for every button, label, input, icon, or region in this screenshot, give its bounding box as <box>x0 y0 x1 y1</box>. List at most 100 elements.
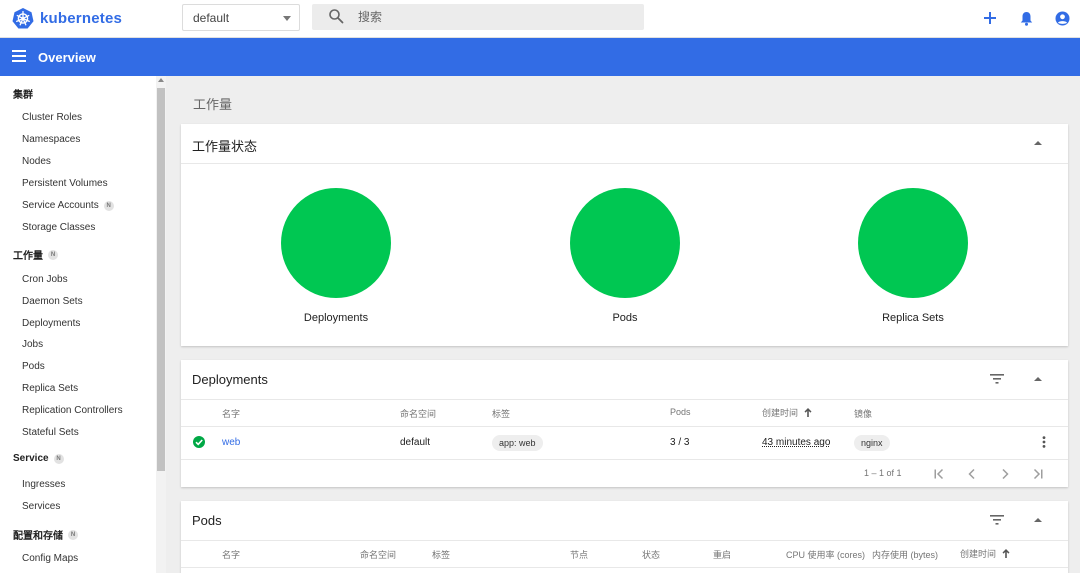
sidebar-item-service-accounts[interactable]: Service Accounts N <box>22 200 114 211</box>
deployment-name-link[interactable]: web <box>222 437 240 448</box>
column-header-created[interactable]: 创建时间 <box>762 406 812 419</box>
replica-sets-status-chart[interactable] <box>858 188 968 298</box>
sidebar-item-deployments[interactable]: Deployments <box>22 318 80 329</box>
divider <box>181 163 1068 164</box>
sidebar-item-label: Pods <box>22 361 45 372</box>
sidebar-item-label: Persistent Volumes <box>22 178 108 189</box>
column-header-memory: 内存使用 (bytes) <box>872 550 939 560</box>
column-header-images: 镜像 <box>854 409 873 419</box>
menu-icon[interactable] <box>12 50 26 62</box>
collapse-icon[interactable] <box>1034 518 1042 522</box>
sidebar-scrollbar[interactable] <box>156 76 166 573</box>
caret-down-icon <box>283 16 291 21</box>
column-header-labels: 标签 <box>492 409 511 419</box>
header-title: Overview <box>38 50 96 65</box>
divider <box>181 540 1068 541</box>
sidebar-item-label: Services <box>22 501 61 512</box>
filter-icon[interactable] <box>990 374 1004 384</box>
sidebar-item-label: Replication Controllers <box>22 405 123 416</box>
collapse-icon[interactable] <box>1034 141 1042 145</box>
status-label: Deployments <box>303 312 369 324</box>
deployment-namespace: default <box>400 437 431 448</box>
logo[interactable]: kubernetes <box>12 7 122 29</box>
sidebar-item-daemon-sets[interactable]: Daemon Sets <box>22 296 83 307</box>
column-header-name[interactable]: 名字 <box>222 548 240 561</box>
sidebar-group-workloads[interactable]: 工作量 N <box>13 247 58 262</box>
sidebar-item-cluster-roles[interactable]: Cluster Roles <box>22 112 82 123</box>
filter-icon[interactable] <box>990 515 1004 525</box>
next-page-icon[interactable] <box>999 468 1011 480</box>
sidebar-item-replica-sets[interactable]: Replica Sets <box>22 383 78 394</box>
sidebar-group-label: 集群 <box>13 90 33 101</box>
namespaced-badge: N <box>53 453 64 464</box>
divider <box>181 399 1068 400</box>
sidebar-item-nodes[interactable]: Nodes <box>22 156 51 167</box>
column-header-cpu: CPU 使用率 (cores) <box>786 550 866 560</box>
sidebar-item-label: Cron Jobs <box>22 274 68 285</box>
scrollbar-thumb[interactable] <box>157 88 165 471</box>
sidebar-item-config-maps[interactable]: Config Maps <box>22 553 78 564</box>
deployment-created: 43 minutes ago <box>762 437 831 448</box>
column-header-status: 状态 <box>642 550 661 560</box>
account-button[interactable] <box>1050 6 1074 30</box>
sidebar-group-label: 工作量 <box>13 251 43 262</box>
sidebar-item-pods[interactable]: Pods <box>22 361 45 372</box>
column-header-name[interactable]: 名字 <box>222 407 240 420</box>
page-title: 工作量 <box>193 97 233 112</box>
status-label: Replica Sets <box>882 312 944 324</box>
column-header-restarts: 重启 <box>713 550 732 560</box>
sidebar-item-label: Stateful Sets <box>22 427 79 438</box>
arrow-up-icon <box>804 408 812 417</box>
column-header-created[interactable]: 创建时间 <box>960 547 1010 560</box>
sidebar-item-replication-controllers[interactable]: Replication Controllers <box>22 405 123 416</box>
column-header-label: 创建时间 <box>762 408 799 418</box>
top-bar: kubernetes default <box>0 0 1080 38</box>
create-button[interactable] <box>978 6 1002 30</box>
sidebar-item-storage-classes[interactable]: Storage Classes <box>22 222 95 233</box>
pods-card: Pods 名字 命名空间 标签 节点 状态 重启 CPU 使用率 (cores)… <box>181 501 1068 573</box>
more-vert-icon[interactable] <box>1042 436 1046 448</box>
last-page-icon[interactable] <box>1032 468 1044 480</box>
sidebar-item-services[interactable]: Services <box>22 501 60 512</box>
divider <box>181 567 1068 568</box>
first-page-icon[interactable] <box>933 468 945 480</box>
sidebar-group-config-storage[interactable]: 配置和存储 N <box>13 527 78 542</box>
card-title: Pods <box>192 513 222 528</box>
sidebar-item-label: Jobs <box>22 339 44 350</box>
pods-status-chart[interactable] <box>570 188 680 298</box>
sidebar-item-jobs[interactable]: Jobs <box>22 339 43 350</box>
sidebar-item-ingresses[interactable]: Ingresses <box>22 479 65 490</box>
search-input[interactable] <box>358 6 628 28</box>
deployments-card: Deployments 名字 命名空间 标签 Pods 创建时间 镜像 web … <box>181 360 1068 487</box>
notifications-button[interactable] <box>1014 6 1038 30</box>
sidebar-item-label: Service Accounts <box>22 200 99 211</box>
top-actions <box>966 6 1074 30</box>
column-header-labels: 标签 <box>432 550 451 560</box>
namespace-select-value: default <box>193 11 230 25</box>
pagination-range: 1 – 1 of 1 <box>864 468 902 478</box>
namespaced-badge: N <box>68 529 78 540</box>
sidebar-item-stateful-sets[interactable]: Stateful Sets <box>22 427 79 438</box>
column-header-namespace: 命名空间 <box>400 409 437 419</box>
bell-icon <box>1020 11 1032 26</box>
prev-page-icon[interactable] <box>966 468 978 480</box>
page-header: Overview <box>0 38 1080 76</box>
namespaced-badge: N <box>48 249 58 260</box>
sidebar-group-service[interactable]: Service N <box>13 453 64 464</box>
namespaced-badge: N <box>103 200 114 211</box>
sidebar-group-cluster[interactable]: 集群 <box>13 86 33 101</box>
card-title: Deployments <box>192 372 268 387</box>
sidebar-item-cron-jobs[interactable]: Cron Jobs <box>22 274 68 285</box>
sidebar-item-label: Namespaces <box>22 134 81 145</box>
deployment-pods: 3 / 3 <box>670 437 690 448</box>
status-label: Pods <box>612 312 638 324</box>
check-circle-icon <box>193 436 205 448</box>
namespace-select[interactable]: default <box>182 4 300 31</box>
deployments-status-chart[interactable] <box>281 188 391 298</box>
sidebar: 集群 Cluster Roles Namespaces Nodes Persis… <box>0 76 166 573</box>
collapse-icon[interactable] <box>1034 377 1042 381</box>
sidebar-item-persistent-volumes[interactable]: Persistent Volumes <box>22 178 108 189</box>
sidebar-item-namespaces[interactable]: Namespaces <box>22 134 80 145</box>
search-bar[interactable] <box>312 4 644 30</box>
scroll-up-icon[interactable] <box>158 78 164 82</box>
